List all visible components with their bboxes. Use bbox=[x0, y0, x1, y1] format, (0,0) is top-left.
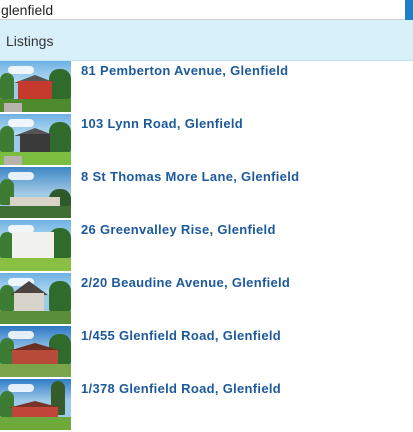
listing-address-link[interactable]: 8 St Thomas More Lane, Glenfield bbox=[81, 169, 299, 184]
list-item[interactable]: 103 Lynn Road, Glenfield bbox=[0, 114, 413, 167]
property-thumbnail[interactable] bbox=[0, 220, 71, 271]
list-item[interactable]: 8 St Thomas More Lane, Glenfield bbox=[0, 167, 413, 220]
property-thumbnail[interactable] bbox=[0, 61, 71, 112]
list-item[interactable]: 26 Greenvalley Rise, Glenfield bbox=[0, 220, 413, 273]
list-item[interactable]: 81 Pemberton Avenue, Glenfield bbox=[0, 61, 413, 114]
property-thumbnail[interactable] bbox=[0, 114, 71, 165]
list-item[interactable]: 1/455 Glenfield Road, Glenfield bbox=[0, 326, 413, 379]
listings-list: 81 Pemberton Avenue, Glenfield 103 Lynn … bbox=[0, 61, 413, 432]
search-bar bbox=[0, 0, 413, 20]
search-button[interactable] bbox=[405, 0, 413, 20]
listing-address-link[interactable]: 103 Lynn Road, Glenfield bbox=[81, 116, 243, 131]
section-title: Listings bbox=[6, 33, 54, 49]
listing-address-link[interactable]: 81 Pemberton Avenue, Glenfield bbox=[81, 63, 288, 78]
listing-address-link[interactable]: 1/455 Glenfield Road, Glenfield bbox=[81, 328, 281, 343]
list-item[interactable]: 2/20 Beaudine Avenue, Glenfield bbox=[0, 273, 413, 326]
listing-address-link[interactable]: 1/378 Glenfield Road, Glenfield bbox=[81, 381, 281, 396]
property-thumbnail[interactable] bbox=[0, 273, 71, 324]
listing-address-link[interactable]: 2/20 Beaudine Avenue, Glenfield bbox=[81, 275, 290, 290]
search-input[interactable] bbox=[0, 0, 403, 19]
list-item[interactable]: 1/378 Glenfield Road, Glenfield bbox=[0, 379, 413, 432]
property-thumbnail[interactable] bbox=[0, 379, 71, 430]
property-thumbnail[interactable] bbox=[0, 167, 71, 218]
listing-address-link[interactable]: 26 Greenvalley Rise, Glenfield bbox=[81, 222, 276, 237]
property-thumbnail[interactable] bbox=[0, 326, 71, 377]
listings-header: Listings bbox=[0, 20, 413, 61]
